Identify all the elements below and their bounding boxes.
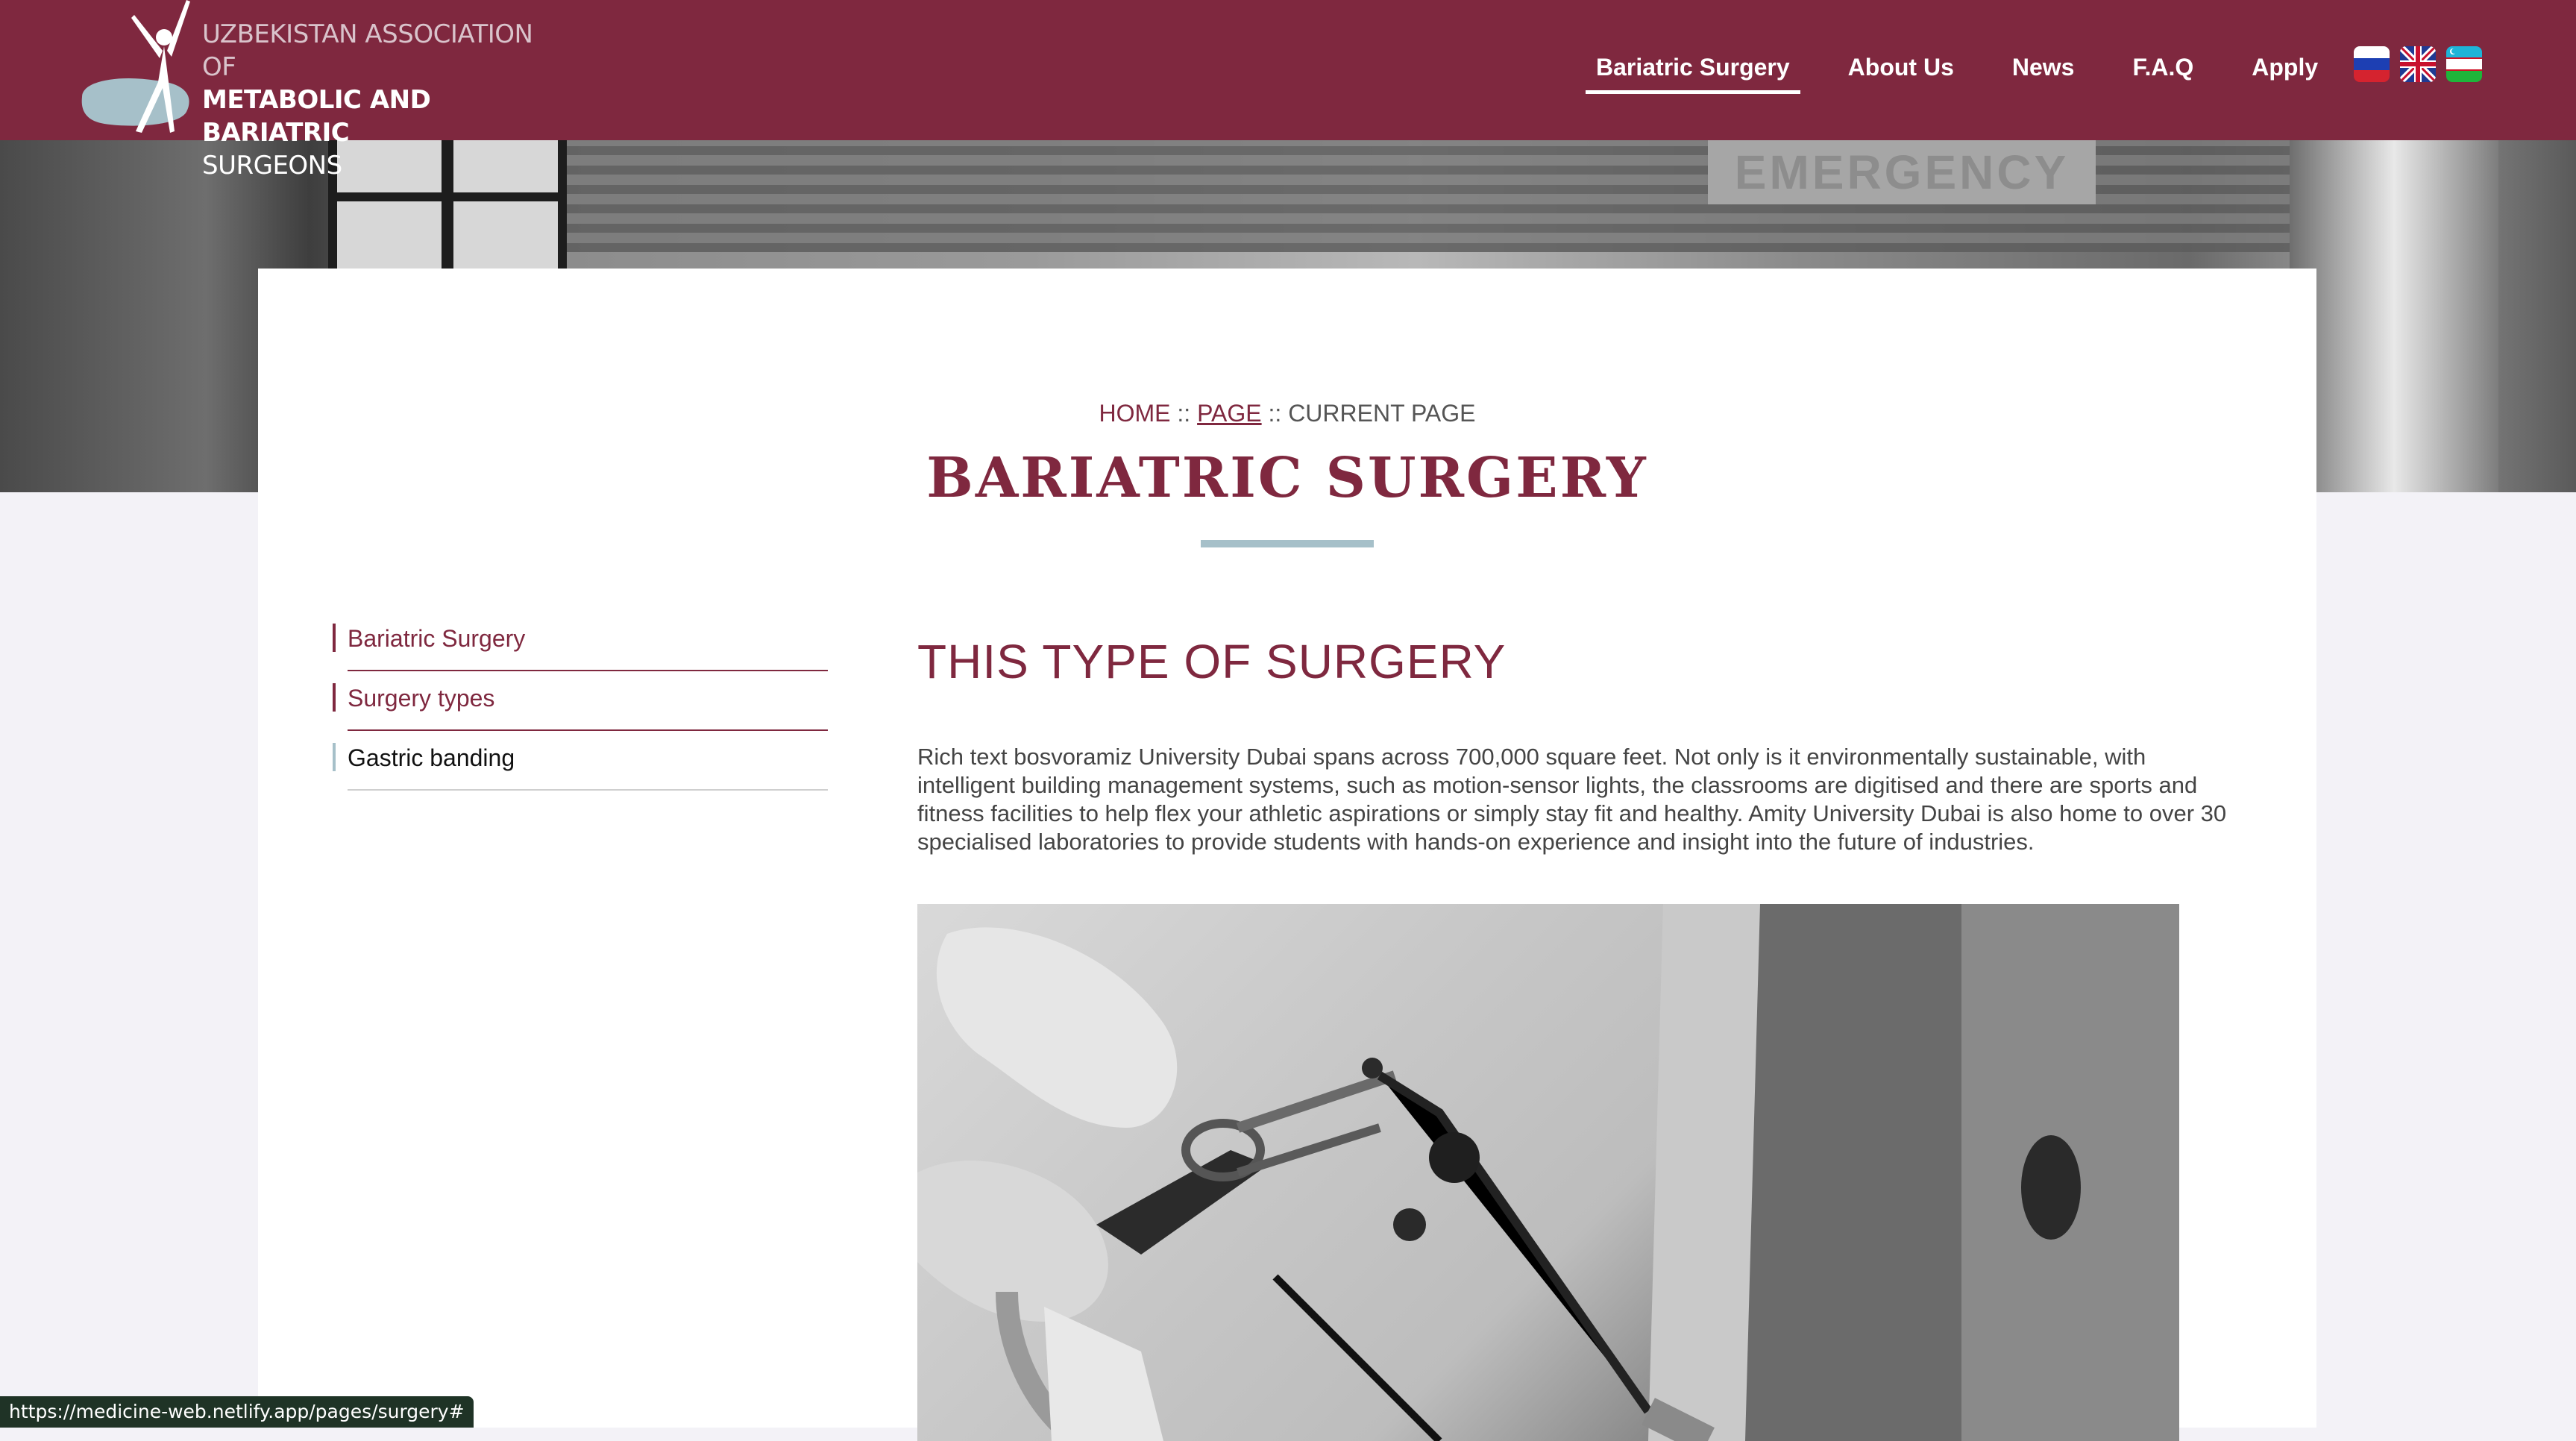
sidebar-item-label: Surgery types: [348, 685, 495, 712]
association-logo[interactable]: UZBEKISTAN ASSOCIATION OF METABOLIC AND …: [75, 0, 537, 180]
main-nav: Bariatric Surgery About Us News F.A.Q Ap…: [1586, 0, 2376, 140]
breadcrumb-home[interactable]: HOME: [1099, 400, 1171, 427]
title-underline: [1201, 540, 1374, 547]
uz-flag-icon[interactable]: [2446, 46, 2482, 82]
logo-figure-icon: [81, 0, 190, 133]
hero-brick-wall: [567, 140, 2476, 252]
nav-news[interactable]: News: [2012, 0, 2075, 140]
sidebar-item-label: Bariatric Surgery: [348, 625, 526, 652]
nav-faq[interactable]: F.A.Q: [2132, 0, 2193, 140]
logo-line-1: UZBEKISTAN ASSOCIATION OF: [202, 19, 533, 82]
page-title: BARIATRIC SURGERY: [926, 446, 1648, 510]
sidebar-item-marker: [333, 624, 336, 652]
breadcrumb-separator: ::: [1177, 400, 1191, 427]
breadcrumb-current: CURRENT PAGE: [1288, 400, 1476, 427]
sidebar-item-surgery-types[interactable]: Surgery types: [333, 671, 828, 731]
surgery-photo: [917, 904, 2179, 1441]
sidebar-item-marker: [333, 683, 336, 712]
sidebar-item-bariatric-surgery[interactable]: Bariatric Surgery: [333, 612, 828, 671]
nav-about-us[interactable]: About Us: [1848, 0, 1954, 140]
breadcrumb-separator: ::: [1268, 400, 1282, 427]
sidebar-menu: Bariatric Surgery Surgery types Gastric …: [333, 612, 828, 791]
nav-bariatric-surgery[interactable]: Bariatric Surgery: [1586, 0, 1800, 140]
hero-emergency-sign: EMERGENCY: [1708, 140, 2096, 204]
sidebar-item-gastric-banding[interactable]: Gastric banding: [333, 731, 828, 791]
language-switcher: [2354, 46, 2482, 82]
uk-flag-icon[interactable]: [2400, 46, 2436, 82]
content-card: HOME :: PAGE :: CURRENT PAGE BARIATRIC S…: [258, 269, 2316, 1441]
sidebar-item-label: Gastric banding: [348, 744, 515, 771]
section-title: THIS TYPE OF SURGERY: [917, 635, 1507, 688]
logo-line-2: METABOLIC AND BARIATRIC: [202, 85, 431, 148]
surgical-instrument-image: [917, 904, 2179, 1441]
site-header: UZBEKISTAN ASSOCIATION OF METABOLIC AND …: [0, 0, 2576, 180]
hero-light-column: [2290, 140, 2498, 492]
sidebar-item-marker: [333, 743, 336, 771]
logo-text: UZBEKISTAN ASSOCIATION OF METABOLIC AND …: [202, 18, 537, 182]
breadcrumb: HOME :: PAGE :: CURRENT PAGE: [258, 400, 2316, 427]
breadcrumb-page[interactable]: PAGE: [1197, 400, 1262, 427]
link-preview-statusbar: https://medicine-web.netlify.app/pages/s…: [0, 1396, 474, 1428]
section-paragraph: Rich text bosvoramiz University Dubai sp…: [917, 744, 2227, 855]
sidebar-item-divider: [348, 789, 828, 791]
ru-flag-icon[interactable]: [2354, 46, 2390, 82]
logo-line-3: SURGEONS: [202, 151, 342, 180]
nav-apply[interactable]: Apply: [2252, 0, 2318, 140]
